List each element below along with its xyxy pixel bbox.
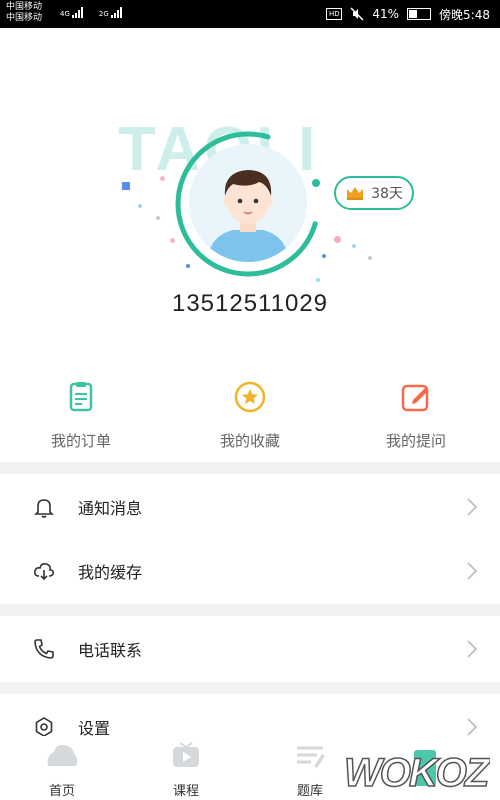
my-questions-label: 我的提问 [385, 432, 446, 450]
home-icon [47, 744, 78, 766]
tab-label: 首页 [48, 784, 75, 799]
bell-icon [34, 499, 54, 518]
crown-icon [347, 187, 364, 200]
my-questions-button[interactable]: 我的提问 [341, 380, 491, 451]
my-orders-label: 我的订单 [50, 432, 111, 450]
status-bar: 中国移动 中国移动 4G 2G HD 41% 傍晚5:48 [0, 0, 500, 28]
quick-actions: 我的订单 我的收藏 我的提问 [0, 380, 500, 460]
my-orders-button[interactable]: 我的订单 [6, 380, 156, 451]
network-type-2: 2G [98, 10, 109, 18]
site-watermark-logo: WOKOZ [343, 750, 490, 794]
my-favorites-button[interactable]: 我的收藏 [175, 380, 325, 451]
signal-bars-1-icon [71, 6, 83, 18]
chevron-right-icon [467, 718, 478, 736]
order-icon [69, 382, 93, 412]
battery-percent: 41% [372, 7, 400, 21]
my-favorites-label: 我的收藏 [219, 432, 280, 450]
decor-dot [334, 236, 341, 243]
decor-dot [160, 176, 165, 181]
menu-item-cache[interactable]: 我的缓存 [0, 540, 500, 602]
signal-indicators: 4G 2G [60, 6, 122, 18]
profile-header: TAOLI 38天 13512511029 [0, 28, 500, 328]
section-divider [0, 604, 500, 616]
tab-home[interactable]: 首页 [12, 736, 112, 800]
vip-days-badge[interactable]: 38天 [334, 176, 414, 210]
avatar[interactable] [189, 144, 307, 262]
menu-item-label: 电话联系 [78, 641, 143, 660]
mute-icon [350, 7, 364, 21]
chevron-right-icon [467, 498, 478, 516]
section-divider [0, 462, 500, 474]
section-divider [0, 682, 500, 694]
decor-dot [352, 244, 356, 248]
user-phone-number: 13512511029 [171, 290, 329, 317]
decor-dot [156, 216, 160, 220]
vip-days-text: 38天 [371, 186, 403, 202]
chevron-right-icon [467, 562, 478, 580]
user-avatar-icon [189, 144, 307, 262]
tab-label: 课程 [172, 784, 199, 799]
phone-icon [34, 639, 54, 659]
tab-courses[interactable]: 课程 [136, 736, 236, 800]
decor-square [122, 182, 130, 190]
decor-dot [138, 204, 142, 208]
battery-icon [407, 8, 432, 20]
carrier-1: 中国移动 [6, 2, 43, 12]
signal-bars-2-icon [110, 6, 122, 18]
network-type-1: 4G [60, 10, 70, 18]
menu-item-phone-contact[interactable]: 电话联系 [0, 618, 500, 680]
menu-item-label: 我的缓存 [78, 563, 143, 582]
decor-dot [368, 256, 372, 260]
cloud-download-icon [34, 563, 54, 581]
chevron-right-icon [467, 640, 478, 658]
carrier-info: 中国移动 中国移动 [6, 2, 42, 24]
menu-item-label: 通知消息 [78, 499, 143, 518]
edit-question-icon [401, 384, 429, 412]
video-course-icon [173, 742, 199, 767]
menu-item-notifications[interactable]: 通知消息 [0, 476, 500, 538]
hd-icon: HD [326, 8, 343, 20]
clock: 傍晚5:48 [439, 7, 490, 22]
question-bank-icon [297, 746, 325, 768]
svg-text:WOKOZ: WOKOZ [344, 751, 490, 794]
favorite-star-icon [234, 381, 266, 413]
carrier-2: 中国移动 [6, 13, 43, 23]
